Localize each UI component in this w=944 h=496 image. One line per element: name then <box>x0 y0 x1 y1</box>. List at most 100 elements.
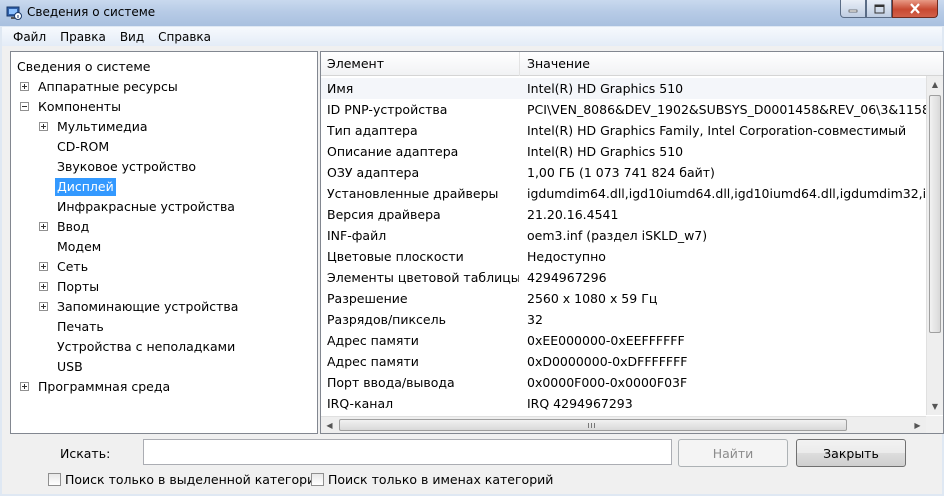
tree-item[interactable]: Сеть <box>11 257 317 277</box>
expand-plus-icon[interactable] <box>20 82 29 91</box>
table-row[interactable]: Разрешение 2560 x 1080 x 59 Гц <box>321 288 931 309</box>
tree-item[interactable]: Ввод <box>11 217 317 237</box>
row-item-value: 1,00 ГБ (1 073 741 824 байт) <box>527 165 715 180</box>
expand-plus-icon[interactable] <box>39 302 48 311</box>
title-bar: Сведения о системе <box>0 0 944 26</box>
tree-item[interactable]: Запоминающие устройства <box>11 297 317 317</box>
table-row[interactable]: Адрес памяти 0xD0000000-0xDFFFFFFF <box>321 351 931 372</box>
menu-edit[interactable]: Правка <box>53 30 113 44</box>
scroll-up-arrow-icon[interactable]: ▲ <box>927 76 943 93</box>
tree-item-label: Сеть <box>57 259 89 274</box>
table-row[interactable]: Цветовые плоскости Недоступно <box>321 246 931 267</box>
table-row[interactable]: Порт ввода/вывода 0x0000F000-0x0000F03F <box>321 372 931 393</box>
menu-file[interactable]: Файл <box>6 30 53 44</box>
row-item-name: Установленные драйверы <box>327 186 499 201</box>
row-item-name: Разрядов/пиксель <box>327 312 446 327</box>
search-selected-category-checkbox[interactable]: Поиск только в выделенной категории <box>48 472 323 487</box>
tree-item-label: Порты <box>57 279 100 294</box>
minimize-icon <box>848 9 858 12</box>
tree-item-label: Мультимедиа <box>57 119 148 134</box>
checkbox-box[interactable] <box>48 473 61 486</box>
scroll-left-arrow-icon[interactable]: ◀ <box>321 417 338 433</box>
tree-item[interactable]: Дисплей <box>11 177 317 197</box>
menu-help[interactable]: Справка <box>151 30 218 44</box>
table-row[interactable]: Установленные драйверы igdumdim64.dll,igd… <box>321 183 931 204</box>
horizontal-scrollbar[interactable]: ◀ ▶ <box>321 416 943 433</box>
expand-plus-icon[interactable] <box>39 122 48 131</box>
expand-plus-icon[interactable] <box>39 222 48 231</box>
tree-item[interactable]: Порты <box>11 277 317 297</box>
table-row[interactable]: IRQ-канал IRQ 4294967293 <box>321 393 931 414</box>
horizontal-scroll-thumb[interactable] <box>339 419 847 431</box>
minimize-button[interactable] <box>840 0 866 18</box>
table-row[interactable]: ID PNP-устройства PCI\VEN_8086&DEV_1902&S… <box>321 99 931 120</box>
tree-item-label: Инфракрасные устройства <box>57 199 235 214</box>
row-item-name: Версия драйвера <box>327 207 441 222</box>
menu-view[interactable]: Вид <box>113 30 151 44</box>
checkbox-label: Поиск только в именах категорий <box>328 472 554 487</box>
table-row[interactable]: Тип адаптера Intel(R) HD Graphics Family,… <box>321 120 931 141</box>
details-rows: Имя Intel(R) HD Graphics 510 ID PNP-устрой… <box>321 78 931 414</box>
row-item-value: oem3.inf (раздел iSKLD_w7) <box>527 228 708 243</box>
search-input[interactable] <box>143 439 672 465</box>
maximize-icon <box>874 4 884 13</box>
collapse-minus-icon[interactable] <box>20 102 29 111</box>
tree-item[interactable]: Мультимедиа <box>11 117 317 137</box>
tree-item[interactable]: Звуковое устройство <box>11 157 317 177</box>
tree-item[interactable]: Инфракрасные устройства <box>11 197 317 217</box>
tree-item-label: Ввод <box>57 219 90 234</box>
find-button[interactable]: Найти <box>678 439 788 467</box>
row-item-name: ОЗУ адаптера <box>327 165 420 180</box>
close-window-button[interactable] <box>892 0 938 18</box>
category-tree[interactable]: Сведения о системе Аппаратные ресурсы Комп… <box>10 51 318 434</box>
expand-plus-icon[interactable] <box>39 262 48 271</box>
tree-item-label: Аппаратные ресурсы <box>38 79 178 94</box>
scroll-right-arrow-icon[interactable]: ▶ <box>909 417 926 433</box>
tree-item[interactable]: Аппаратные ресурсы <box>11 77 317 97</box>
table-row[interactable]: Версия драйвера 21.20.16.4541 <box>321 204 931 225</box>
column-header-item[interactable]: Элемент <box>321 52 520 76</box>
table-row[interactable]: INF-файл oem3.inf (раздел iSKLD_w7) <box>321 225 931 246</box>
table-row[interactable]: Разрядов/пиксель 32 <box>321 309 931 330</box>
row-item-name: Имя <box>327 81 354 96</box>
client-area: Сведения о системе Аппаратные ресурсы Комп… <box>2 46 944 494</box>
tree-item[interactable]: CD-ROM <box>11 137 317 157</box>
tree-item-label: Печать <box>57 319 104 334</box>
checkbox-box[interactable] <box>311 473 324 486</box>
row-item-name: Разрешение <box>327 291 408 306</box>
column-header-value[interactable]: Значение <box>521 52 931 76</box>
table-row[interactable]: Описание адаптера Intel(R) HD Graphics 51… <box>321 141 931 162</box>
table-row[interactable]: Имя Intel(R) HD Graphics 510 <box>321 78 931 99</box>
expand-plus-icon[interactable] <box>20 382 29 391</box>
close-button[interactable]: Закрыть <box>796 439 906 467</box>
tree-item[interactable]: Устройства с неполадками <box>11 337 317 357</box>
row-item-value: 0xEE000000-0xEEFFFFFF <box>527 333 685 348</box>
list-header: Элемент Значение <box>321 52 943 76</box>
tree-item[interactable]: Сведения о системе <box>11 57 317 77</box>
menu-bar: Файл Правка Вид Справка <box>2 27 942 46</box>
tree-item[interactable]: Модем <box>11 237 317 257</box>
vertical-scroll-thumb[interactable] <box>929 95 941 333</box>
tree-item[interactable]: Компоненты <box>11 97 317 117</box>
tree-item-label: Дисплей <box>55 178 116 196</box>
tree-item[interactable]: Программная среда <box>11 377 317 397</box>
tree-item-label: USB <box>57 359 83 374</box>
scroll-down-arrow-icon[interactable]: ▼ <box>927 398 943 415</box>
search-category-names-checkbox[interactable]: Поиск только в именах категорий <box>311 472 553 487</box>
window-controls <box>840 0 938 20</box>
row-item-name: INF-файл <box>327 228 387 243</box>
tree-item[interactable]: USB <box>11 357 317 377</box>
tree-item[interactable]: Печать <box>11 317 317 337</box>
details-list[interactable]: Элемент Значение Имя Intel(R) HD Graphics… <box>320 51 944 434</box>
vertical-scrollbar[interactable]: ▲ ▼ <box>926 76 943 415</box>
row-item-value: Intel(R) HD Graphics 510 <box>527 81 684 96</box>
table-row[interactable]: Адрес памяти 0xEE000000-0xEEFFFFFF <box>321 330 931 351</box>
tree-item-label: Программная среда <box>38 379 171 394</box>
row-item-name: Порт ввода/вывода <box>327 375 455 390</box>
maximize-button[interactable] <box>866 0 892 18</box>
table-row[interactable]: Элементы цветовой таблицы 4294967296 <box>321 267 931 288</box>
row-item-name: Адрес памяти <box>327 333 419 348</box>
expand-plus-icon[interactable] <box>39 282 48 291</box>
row-item-value: 21.20.16.4541 <box>527 207 619 222</box>
table-row[interactable]: ОЗУ адаптера 1,00 ГБ (1 073 741 824 байт) <box>321 162 931 183</box>
